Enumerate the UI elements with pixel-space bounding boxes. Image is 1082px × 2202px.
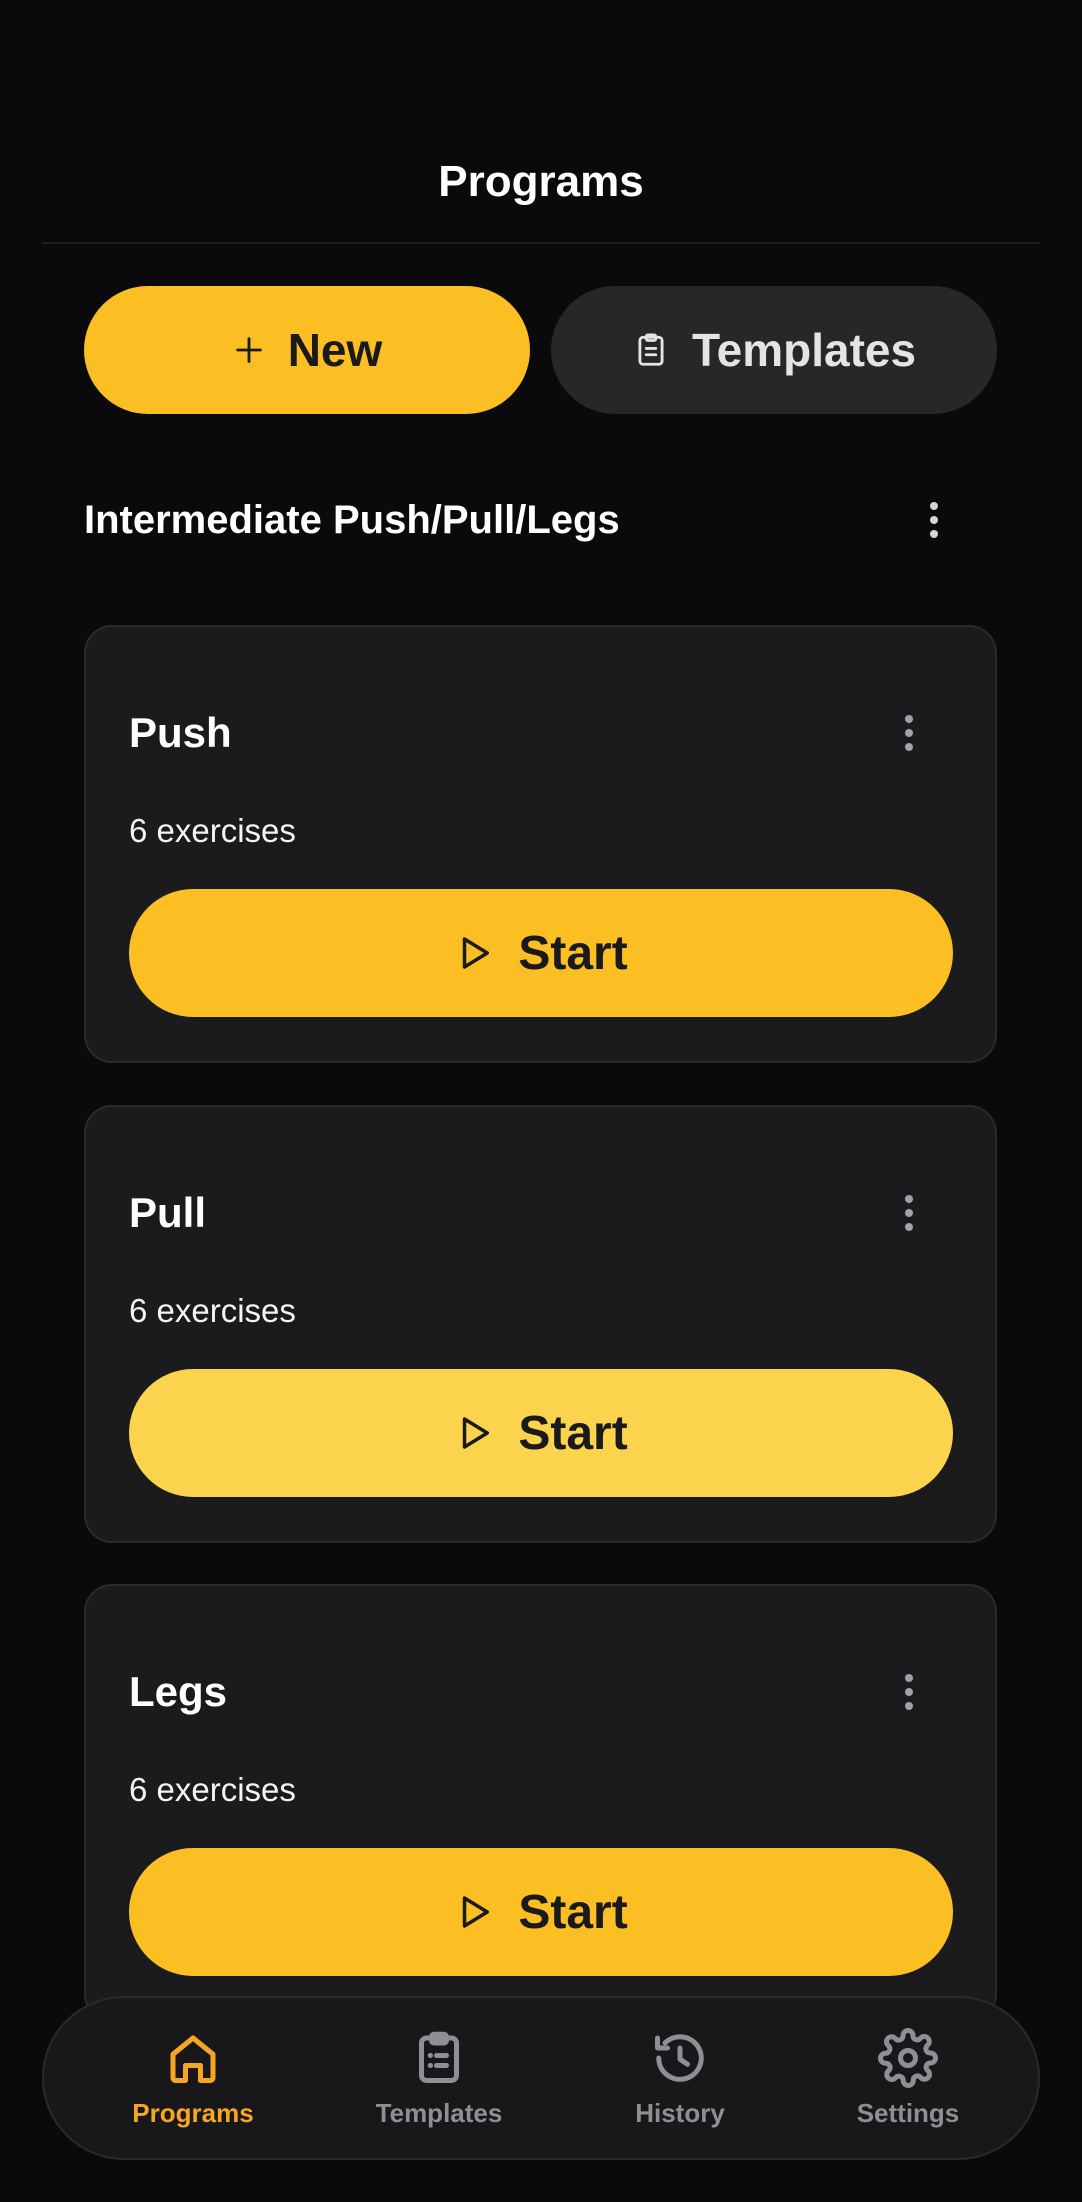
- home-icon: [163, 2026, 223, 2090]
- new-program-button[interactable]: New: [84, 286, 530, 414]
- routine-card-legs: Legs 6 exercises Start: [84, 1584, 997, 2022]
- routine-name: Push: [129, 709, 232, 756]
- play-icon: [454, 932, 496, 974]
- nav-label: History: [635, 2098, 725, 2128]
- exercise-count: 6 exercises: [129, 1771, 296, 1808]
- start-label: Start: [518, 926, 628, 980]
- nav-item-history[interactable]: History: [570, 1998, 790, 2158]
- start-label: Start: [518, 1885, 628, 1939]
- nav-label: Settings: [856, 2098, 960, 2128]
- nav-item-programs[interactable]: Programs: [83, 1998, 303, 2158]
- templates-label: Templates: [691, 324, 917, 376]
- more-vertical-icon: [905, 1674, 913, 1710]
- clipboard-icon: [632, 331, 670, 369]
- plus-icon: [232, 333, 266, 367]
- routine-card-pull: Pull 6 exercises Start: [84, 1105, 997, 1543]
- play-icon: [454, 1412, 496, 1454]
- gear-icon: [878, 2026, 938, 2090]
- routine-options-button[interactable]: [889, 1662, 929, 1722]
- nav-label: Templates: [375, 2098, 503, 2128]
- routine-name: Legs: [129, 1668, 228, 1715]
- more-vertical-icon: [905, 1195, 913, 1231]
- exercise-count: 6 exercises: [129, 812, 296, 849]
- exercise-count: 6 exercises: [129, 1292, 296, 1329]
- new-program-label: New: [287, 324, 383, 376]
- routine-options-button[interactable]: [889, 1183, 929, 1243]
- top-bar: Programs: [42, 0, 1040, 244]
- clipboard-icon: [409, 2026, 469, 2090]
- page-title: Programs: [438, 157, 644, 206]
- routine-name: Pull: [129, 1189, 207, 1236]
- templates-button[interactable]: Templates: [551, 286, 997, 414]
- start-legs-button[interactable]: Start: [129, 1848, 953, 1976]
- play-icon: [454, 1891, 496, 1933]
- program-options-button[interactable]: [914, 490, 954, 550]
- routine-options-button[interactable]: [889, 703, 929, 763]
- nav-item-templates[interactable]: Templates: [329, 1998, 549, 2158]
- more-vertical-icon: [905, 715, 913, 751]
- nav-label: Programs: [132, 2098, 254, 2128]
- bottom-nav: Programs Templates History Settings: [42, 1996, 1040, 2160]
- history-icon: [650, 2026, 710, 2090]
- start-label: Start: [518, 1406, 628, 1460]
- start-push-button[interactable]: Start: [129, 889, 953, 1017]
- program-title: Intermediate Push/Pull/Legs: [84, 498, 620, 542]
- more-vertical-icon: [930, 502, 938, 538]
- nav-item-settings[interactable]: Settings: [798, 1998, 1018, 2158]
- routine-card-push: Push 6 exercises Start: [84, 625, 997, 1063]
- start-pull-button[interactable]: Start: [129, 1369, 953, 1497]
